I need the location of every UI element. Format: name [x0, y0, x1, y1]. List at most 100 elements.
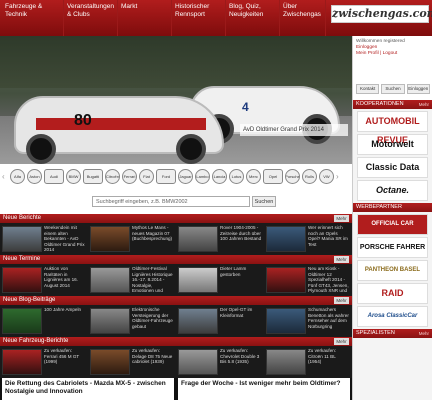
- automobil-revue-logo[interactable]: AUTOMOBIL REVUE: [357, 111, 428, 145]
- official-car-logo[interactable]: OFFICIAL CAR: [357, 214, 428, 235]
- octane-logo[interactable]: Octane.: [357, 180, 428, 201]
- brand-logo[interactable]: Alfa: [10, 168, 25, 184]
- nav-label: Veranstaltungen: [67, 3, 114, 10]
- article-thumbnail[interactable]: [90, 226, 130, 252]
- article-thumbnail[interactable]: [90, 267, 130, 293]
- nav-markt[interactable]: Markt: [118, 0, 172, 36]
- article-text[interactable]: Mythos Le Mans - neues Magazin 07 (Buchb…: [132, 225, 174, 259]
- kooperationen-header: KOOPERATIONEN Mehr: [353, 100, 432, 109]
- article-text[interactable]: Weekendein mit einem alten Bekannten - A…: [44, 225, 86, 259]
- nav-veranstaltungen[interactable]: Veranstaltungen & Clubs: [64, 0, 118, 36]
- more-link[interactable]: Mehr: [419, 329, 429, 338]
- section-neue-termine: Neue Termine Mehr Auktion von Raritäten i…: [0, 255, 352, 302]
- brand-logo[interactable]: VW: [319, 168, 334, 184]
- article-thumbnail[interactable]: [2, 308, 42, 334]
- nav-ueber[interactable]: Über Zwischengas: [280, 0, 326, 36]
- article-text[interactable]: Schumachers Benetton als wahrer Fernsehe…: [308, 307, 350, 341]
- article-text[interactable]: Zu verkaufen: Chevrolet Double 3 Bis 5.8…: [220, 348, 262, 382]
- spezialisten-header: SPEZIALISTEN Mehr: [353, 329, 432, 338]
- article-text[interactable]: Wer erinnert sich noch an Opels Opel? Ma…: [308, 225, 350, 259]
- brand-logo[interactable]: Citroën: [105, 168, 120, 184]
- nav-label: Markt: [121, 3, 138, 10]
- article-thumbnail[interactable]: [266, 308, 306, 334]
- article-thumbnail[interactable]: [178, 349, 218, 375]
- search-button[interactable]: Suchen: [252, 196, 276, 207]
- brand-logo[interactable]: BMW: [66, 168, 81, 184]
- article-thumbnail[interactable]: [2, 267, 42, 293]
- brand-logo[interactable]: Aston: [27, 168, 42, 184]
- article-text[interactable]: Der Opel-GT im Kleinformat: [220, 307, 262, 341]
- nav-blog[interactable]: Blog, Quiz, Neuigkeiten: [226, 0, 280, 36]
- chevron-left-icon[interactable]: ‹: [2, 169, 8, 184]
- featured-article[interactable]: Die Rettung des Cabriolets - Mazda MX-5 …: [2, 378, 174, 400]
- section-title[interactable]: Neue Fahrzeug-Berichte Mehr: [0, 337, 352, 346]
- section-neue-fahrzeug-berichte: Neue Fahrzeug-Berichte Mehr Zu verkaufen:…: [0, 337, 352, 384]
- porsche-fahrer-logo[interactable]: PORSCHE FAHRER: [357, 237, 428, 258]
- section-title[interactable]: Neue Berichte Mehr: [0, 214, 352, 223]
- section-title[interactable]: Neue Termine Mehr: [0, 255, 352, 264]
- article-text[interactable]: Zu verkaufen: Ferrari 456 M GT (1999): [44, 348, 86, 382]
- article-text[interactable]: Zu verkaufen: Delage D8 75 Neue cabriole…: [132, 348, 174, 382]
- article-thumbnail[interactable]: [266, 349, 306, 375]
- nav-label: Blog, Quiz,: [229, 3, 261, 10]
- article-text[interactable]: Zu verkaufen: Citroën 11 BL (1954): [308, 348, 350, 382]
- search-input[interactable]: Suchbegriff eingeben, z.B. BMW2002: [92, 196, 250, 207]
- brand-logo[interactable]: Fiat: [139, 168, 154, 184]
- featured-article[interactable]: Frage der Woche - Ist weniger mehr beim …: [178, 378, 350, 400]
- site-logo[interactable]: zwischengas.com: [331, 5, 432, 23]
- article-thumbnail[interactable]: [178, 226, 218, 252]
- profile-link[interactable]: Mein Profil | Logout: [356, 51, 429, 57]
- pantheon-basel-logo[interactable]: PANTHEON BASEL: [357, 260, 428, 281]
- article-text[interactable]: Elektronische Versteigerung der Oldtimer…: [132, 307, 174, 341]
- classic-data-logo[interactable]: Classic Data: [357, 157, 428, 178]
- brand-logo[interactable]: Ford: [156, 168, 176, 184]
- more-button[interactable]: Mehr: [334, 256, 349, 263]
- brand-logo[interactable]: Rolls: [302, 168, 317, 184]
- article-thumbnail[interactable]: [2, 349, 42, 375]
- hero-image[interactable]: 4 80 AvD Oldtimer Grand Prix 2014: [0, 36, 352, 164]
- wheel: [176, 134, 206, 164]
- brand-logo[interactable]: Opel: [263, 168, 283, 184]
- brand-logo[interactable]: Audi: [44, 168, 64, 184]
- sidebar-controls: Kontakt Suchen Einloggen: [356, 84, 430, 94]
- brand-logo[interactable]: Lancia: [212, 168, 227, 184]
- login-button[interactable]: Einloggen: [406, 84, 430, 94]
- chevron-right-icon[interactable]: ›: [336, 169, 342, 184]
- article-thumbnail[interactable]: [266, 226, 306, 252]
- article-thumbnail[interactable]: [178, 267, 218, 293]
- nav-fahrzeuge[interactable]: Fahrzeuge & Technik: [0, 0, 64, 36]
- nav-rennsport[interactable]: Historischer Rennsport: [172, 0, 226, 36]
- article-thumbnail[interactable]: [266, 267, 306, 293]
- brand-logo[interactable]: Porsche: [285, 168, 300, 184]
- hero-caption[interactable]: AvD Oldtimer Grand Prix 2014: [240, 124, 348, 136]
- section-title[interactable]: Neue Blog-Beiträge Mehr: [0, 296, 352, 305]
- more-button[interactable]: Mehr: [334, 297, 349, 304]
- raid-logo[interactable]: RAID: [357, 283, 428, 304]
- search-bar: Suchbegriff eingeben, z.B. BMW2002 Suche…: [0, 188, 352, 214]
- motorwelt-logo[interactable]: Motorwelt: [357, 134, 428, 155]
- article-text[interactable]: Oldtimer-Festival Lignières Historique 1…: [132, 266, 174, 300]
- more-button[interactable]: Mehr: [334, 215, 349, 222]
- brand-logo[interactable]: Lambo: [195, 168, 210, 184]
- article-thumbnail[interactable]: [90, 308, 130, 334]
- sidebar-search-button[interactable]: Suchen: [381, 84, 405, 94]
- more-link[interactable]: Mehr: [419, 100, 429, 109]
- brand-logo[interactable]: Merc: [246, 168, 261, 184]
- article-text[interactable]: Auktion von Raritäten in Lignières am 16…: [44, 266, 86, 300]
- brand-logo[interactable]: Bugatti: [83, 168, 103, 184]
- article-text[interactable]: Neu am Kiosk - Oldtimer 12 Spezialheft 2…: [308, 266, 350, 300]
- brand-logo[interactable]: Jaguar: [178, 168, 193, 184]
- article-text[interactable]: Dieter Lamm gestorben: [220, 266, 262, 300]
- brand-logo[interactable]: Ferrari: [122, 168, 137, 184]
- article-thumbnail[interactable]: [178, 308, 218, 334]
- arosa-logo[interactable]: Arosa ClassicCar: [357, 306, 428, 327]
- section-neue-blog-beitraege: Neue Blog-Beiträge Mehr 100 Jahre Ampeln …: [0, 296, 352, 343]
- hero-background: [0, 36, 352, 88]
- article-thumbnail[interactable]: [2, 226, 42, 252]
- more-button[interactable]: Mehr: [334, 338, 349, 345]
- brand-logo[interactable]: Lotus: [229, 168, 244, 184]
- article-text[interactable]: 100 Jahre Ampeln: [44, 307, 86, 341]
- contact-button[interactable]: Kontakt: [356, 84, 380, 94]
- article-text[interactable]: Rover 1904-2005 - Zeitreise durch über 1…: [220, 225, 262, 259]
- article-thumbnail[interactable]: [90, 349, 130, 375]
